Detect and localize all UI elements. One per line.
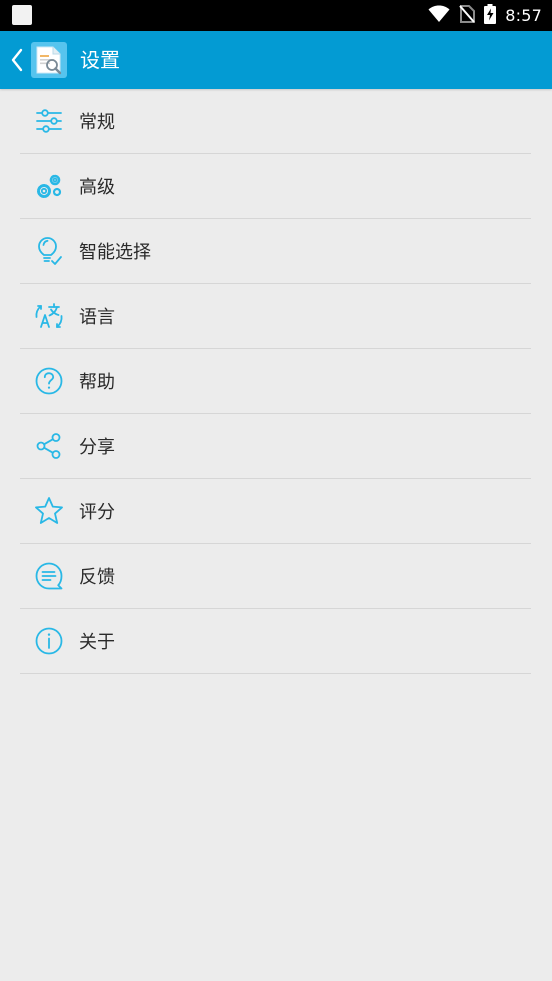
settings-item-advanced[interactable]: 高级 [20, 154, 531, 219]
status-icons: 8:57 [428, 0, 542, 31]
page-title: 设置 [80, 48, 120, 72]
settings-item-label: 反馈 [79, 567, 115, 588]
back-button[interactable] [6, 44, 28, 76]
settings-list: 常规 高级 智能选择 语言 帮助 分享 评分 反馈 关于 [20, 89, 531, 674]
app-logo [31, 42, 67, 78]
settings-item-label: 智能选择 [79, 242, 151, 263]
feedback-icon [34, 561, 64, 591]
status-bar: 8:57 [0, 0, 552, 31]
sliders-icon [34, 106, 64, 136]
settings-item-label: 评分 [79, 502, 115, 523]
settings-item-general[interactable]: 常规 [20, 89, 531, 154]
translate-icon [34, 301, 64, 331]
settings-item-feedback[interactable]: 反馈 [20, 544, 531, 609]
settings-item-label: 高级 [79, 177, 115, 198]
gears-icon [34, 171, 64, 201]
star-icon [34, 496, 64, 526]
battery-charging-icon [484, 3, 497, 28]
help-icon [34, 366, 64, 396]
settings-item-smart-select[interactable]: 智能选择 [20, 219, 531, 284]
app-bar: 设置 [0, 31, 552, 89]
lightbulb-icon [34, 236, 64, 266]
settings-item-label: 常规 [79, 112, 115, 133]
settings-item-label: 语言 [79, 307, 115, 328]
notification-icon [12, 5, 32, 25]
settings-item-label: 分享 [79, 437, 115, 458]
settings-item-language[interactable]: 语言 [20, 284, 531, 349]
chevron-left-icon [11, 48, 23, 72]
settings-item-rate[interactable]: 评分 [20, 479, 531, 544]
settings-item-label: 帮助 [79, 372, 115, 393]
settings-item-label: 关于 [79, 632, 115, 653]
status-time: 8:57 [505, 6, 542, 25]
wifi-icon [428, 5, 450, 27]
settings-item-help[interactable]: 帮助 [20, 349, 531, 414]
share-icon [34, 431, 64, 461]
no-sim-icon [459, 4, 476, 27]
settings-item-about[interactable]: 关于 [20, 609, 531, 674]
info-icon [34, 626, 64, 656]
settings-item-share[interactable]: 分享 [20, 414, 531, 479]
